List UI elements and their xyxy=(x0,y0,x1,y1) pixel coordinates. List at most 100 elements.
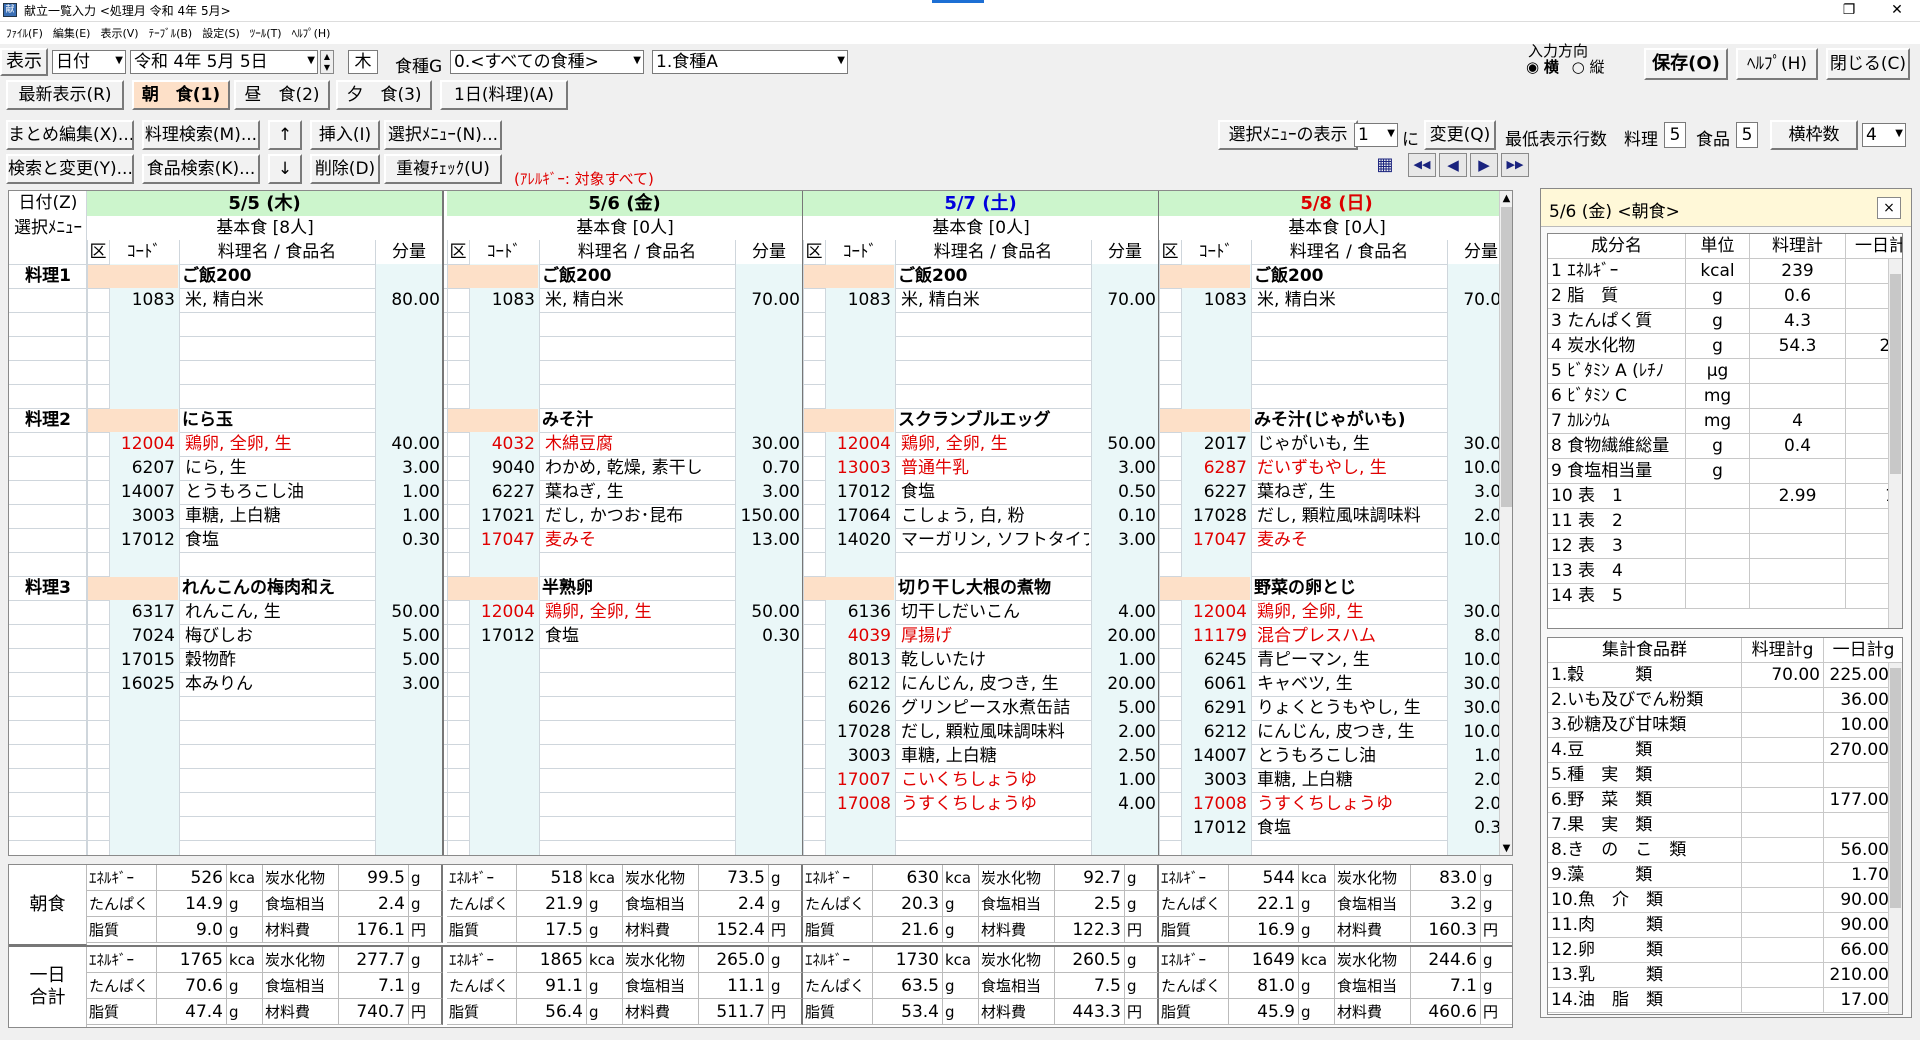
food-name[interactable]: 切干しだいこん xyxy=(901,600,1089,624)
width-count-select[interactable]: 4 ▼ xyxy=(1862,123,1906,147)
food-name[interactable]: だし, 顆粒風味調味料 xyxy=(901,720,1089,744)
food-amount[interactable]: 150.00 xyxy=(735,504,800,528)
food-name[interactable]: にんじん, 皮つき, 生 xyxy=(901,672,1089,696)
nutrient-name[interactable]: 1 ｴﾈﾙｷﾞｰ xyxy=(1548,259,1686,284)
food-code[interactable]: 14020 xyxy=(825,528,891,552)
food-amount[interactable]: 3.00 xyxy=(1091,456,1156,480)
dish-name[interactable]: にら玉 xyxy=(182,408,374,432)
food-code[interactable]: 17047 xyxy=(469,528,535,552)
panel-close-icon[interactable]: × xyxy=(1877,197,1901,219)
food-code[interactable]: 6026 xyxy=(825,696,891,720)
date-select[interactable]: 令和 4年 5月 5日 ▼ xyxy=(130,50,318,74)
change-button[interactable]: 変更(Q) xyxy=(1424,120,1496,150)
food-code[interactable]: 4032 xyxy=(469,432,535,456)
dish-name[interactable]: みそ汁 xyxy=(542,408,734,432)
nutrient-scrollbar-thumb[interactable] xyxy=(1890,274,1901,474)
food-amount[interactable]: 1.00 xyxy=(1091,768,1156,792)
dish-name[interactable]: ご飯200 xyxy=(542,264,734,288)
food-amount[interactable]: 3.00 xyxy=(375,456,440,480)
menu-settings[interactable]: 設定(S) xyxy=(196,22,244,41)
food-code[interactable]: 6207 xyxy=(109,456,175,480)
tab-lunch[interactable]: 昼 食(2) xyxy=(234,80,330,110)
dish-search-button[interactable]: 料理検索(M)... xyxy=(142,120,260,150)
dish-rows-field[interactable]: 5 xyxy=(1664,122,1686,148)
menu-table[interactable]: ﾃｰﾌﾞﾙ(B) xyxy=(143,22,197,41)
insert-button[interactable]: 挿入(I) xyxy=(310,120,380,150)
shokushu2-select[interactable]: 1.食種A ▼ xyxy=(652,50,848,74)
food-code[interactable]: 6317 xyxy=(109,600,175,624)
nutrient-name[interactable]: 11 表 2 xyxy=(1548,509,1686,534)
food-code[interactable]: 14007 xyxy=(109,480,175,504)
food-code[interactable]: 4039 xyxy=(825,624,891,648)
food-name[interactable]: 乾しいたけ xyxy=(901,648,1089,672)
nutrient-name[interactable]: 13 表 4 xyxy=(1548,559,1686,584)
food-code[interactable]: 17028 xyxy=(825,720,891,744)
scroll-down-icon[interactable]: ▼ xyxy=(1499,837,1512,855)
menu-help[interactable]: ﾍﾙﾌﾟ(H) xyxy=(286,22,335,41)
food-code[interactable]: 12004 xyxy=(1181,600,1247,624)
period-select[interactable]: 日付 ▼ xyxy=(52,50,126,74)
day-header[interactable]: 5/5 (木) xyxy=(87,191,443,216)
food-amount[interactable]: 50.00 xyxy=(1091,432,1156,456)
food-amount[interactable]: 20.00 xyxy=(1091,672,1156,696)
food-group-name[interactable]: 2.いも及びでん粉類 xyxy=(1548,688,1742,713)
nutrient-name[interactable]: 12 表 3 xyxy=(1548,534,1686,559)
food-amount[interactable]: 4.00 xyxy=(1091,792,1156,816)
help-button[interactable]: ﾍﾙﾌﾟ(H) xyxy=(1736,48,1818,80)
food-code[interactable]: 3003 xyxy=(1181,768,1247,792)
food-group-name[interactable]: 14.油 脂 類 xyxy=(1548,988,1742,1013)
food-amount[interactable]: 1.00 xyxy=(1091,648,1156,672)
food-amount[interactable]: 5.00 xyxy=(375,624,440,648)
food-name[interactable]: 混合プレスハム xyxy=(1257,624,1445,648)
food-name[interactable]: 鶏卵, 全卵, 生 xyxy=(545,600,733,624)
shokushu-select[interactable]: 0.<すべての食種> ▼ xyxy=(450,50,644,74)
food-code[interactable]: 9040 xyxy=(469,456,535,480)
food-code[interactable]: 13003 xyxy=(825,456,891,480)
nutrient-name[interactable]: 3 たんぱく質 xyxy=(1548,309,1686,334)
food-amount[interactable]: 2.50 xyxy=(1091,744,1156,768)
dish-name[interactable]: 野菜の卵とじ xyxy=(1254,576,1446,600)
tab-dinner[interactable]: 夕 食(3) xyxy=(336,80,432,110)
food-name[interactable]: 葉ねぎ, 生 xyxy=(545,480,733,504)
refresh-button[interactable]: 最新表示(R) xyxy=(6,80,124,110)
food-name[interactable]: 梅びしお xyxy=(185,624,373,648)
food-name[interactable]: じゃがいも, 生 xyxy=(1257,432,1445,456)
food-name[interactable]: 車糖, 上白糖 xyxy=(185,504,373,528)
day-header[interactable]: 5/8 (日) xyxy=(1159,191,1512,216)
close-button[interactable]: 閉じる(C) xyxy=(1826,48,1910,80)
food-group-name[interactable]: 11.肉 類 xyxy=(1548,913,1742,938)
food-rows-field[interactable]: 5 xyxy=(1736,122,1758,148)
food-code[interactable]: 3003 xyxy=(825,744,891,768)
food-group-name[interactable]: 10.魚 介 類 xyxy=(1548,888,1742,913)
food-group-name[interactable]: 6.野 菜 類 xyxy=(1548,788,1742,813)
food-name[interactable]: 麦みそ xyxy=(545,528,733,552)
nutrient-name[interactable]: 4 炭水化物 xyxy=(1548,334,1686,359)
set-menu-header[interactable]: 基本食 [0人] xyxy=(447,216,803,240)
food-code[interactable]: 17028 xyxy=(1181,504,1247,528)
food-code[interactable]: 6287 xyxy=(1181,456,1247,480)
bulk-edit-button[interactable]: まとめ編集(X)... xyxy=(6,120,134,150)
food-group-name[interactable]: 3.砂糖及び甘味類 xyxy=(1548,713,1742,738)
menu-file[interactable]: ﾌｧｲﾙ(F) xyxy=(0,22,47,41)
date-spinner[interactable]: ▲ ▼ xyxy=(320,50,334,74)
food-name[interactable]: 穀物酢 xyxy=(185,648,373,672)
food-code[interactable]: 6291 xyxy=(1181,696,1247,720)
food-group-name[interactable]: 9.藻 類 xyxy=(1548,863,1742,888)
food-amount[interactable]: 0.30 xyxy=(375,528,440,552)
food-amount[interactable]: 70.00 xyxy=(735,288,800,312)
food-code[interactable]: 1083 xyxy=(825,288,891,312)
food-code[interactable]: 6212 xyxy=(1181,720,1247,744)
nutrient-name[interactable]: 8 食物繊維総量 xyxy=(1548,434,1686,459)
food-name[interactable]: 本みりん xyxy=(185,672,373,696)
food-amount[interactable]: 1.00 xyxy=(375,504,440,528)
grid-view-icon[interactable]: ▦ xyxy=(1374,154,1396,176)
food-name[interactable]: わかめ, 乾燥, 素干し xyxy=(545,456,733,480)
display-button[interactable]: 表示 xyxy=(0,48,48,76)
food-name[interactable]: 葉ねぎ, 生 xyxy=(1257,480,1445,504)
day-header[interactable]: 5/6 (金) xyxy=(447,191,803,216)
food-code[interactable]: 1083 xyxy=(1181,288,1247,312)
food-amount[interactable]: 0.10 xyxy=(1091,504,1156,528)
dish-name[interactable]: れんこんの梅肉和え xyxy=(182,576,374,600)
food-name[interactable]: にら, 生 xyxy=(185,456,373,480)
food-amount[interactable]: 3.00 xyxy=(1091,528,1156,552)
